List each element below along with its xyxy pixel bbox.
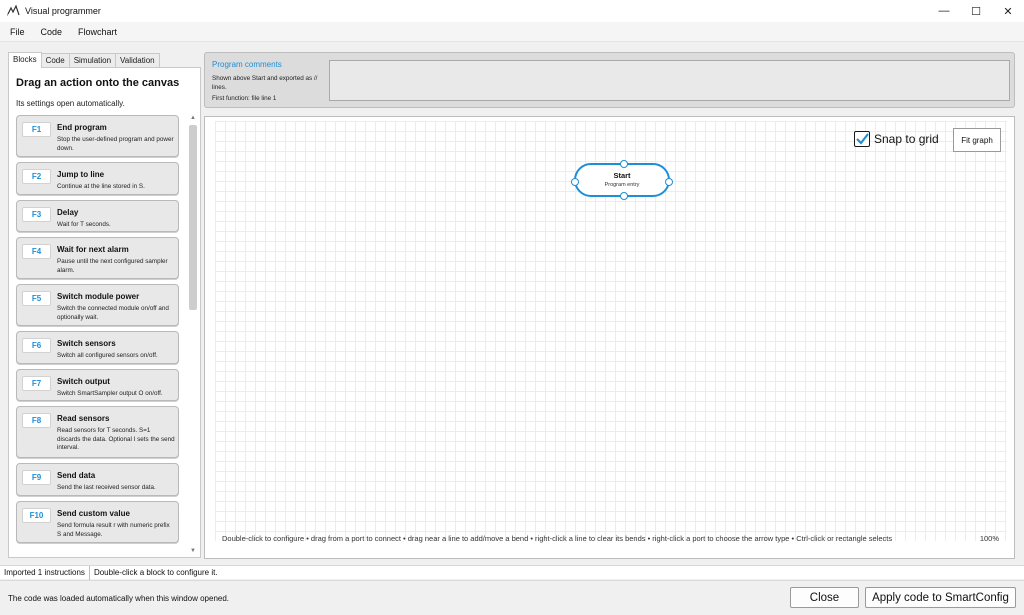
block-title: End program [57,123,107,132]
menu-bar: File Code Flowchart [0,22,1024,42]
start-port-right[interactable] [665,178,673,186]
block-desc: Stop the user-defined program and power … [57,136,174,152]
menu-flowchart[interactable]: Flowchart [70,27,125,37]
block-switch-output[interactable]: F7 Switch output Switch SmartSampler out… [16,369,179,401]
snap-to-grid-row: Snap to grid [854,131,939,147]
block-read-sensors[interactable]: F8 Read sensors Read sensors for T secon… [16,406,179,458]
close-button[interactable]: Close [790,587,859,608]
status-import: Imported 1 instructions [0,565,90,580]
status-bar: Imported 1 instructions Double-click a b… [0,565,1024,580]
close-window-button[interactable]: ✕ [992,0,1024,22]
left-tabs: Blocks Code Simulation Validation [8,52,201,68]
start-node[interactable]: Start Program entry [571,160,673,200]
menu-code[interactable]: Code [33,27,71,37]
snap-to-grid-label[interactable]: Snap to grid [874,132,939,146]
title-bar: r Visual programmer — ☐ ✕ [0,0,1024,22]
block-send-custom-value[interactable]: F10 Send custom value Send formula resul… [16,501,179,543]
block-switch-module-power[interactable]: F5 Switch module power Switch the connec… [16,284,179,326]
program-comments-help: Shown above Start and exported as // lin… [212,75,318,91]
program-comments-title: Program comments [212,60,282,69]
block-key: F9 [22,470,51,485]
blocks-tab-body: Drag an action onto the canvas Its setti… [8,67,201,558]
start-port-left[interactable] [571,178,579,186]
blocks-scrollbar[interactable]: ▲ ▼ [189,115,197,556]
block-key: F6 [22,338,51,353]
start-node-title: Start [613,171,631,180]
bottom-bar: The code was loaded automatically when t… [0,580,1024,615]
flowchart-canvas-panel: Start Program entry Snap to grid Fit gra… [204,116,1015,559]
block-switch-sensors[interactable]: F6 Switch sensors Switch all configured … [16,331,179,364]
block-desc: Switch all configured sensors on/off. [57,352,158,359]
scroll-up-icon[interactable]: ▲ [189,115,197,123]
snap-to-grid-checkbox[interactable] [854,131,870,147]
blocks-subheading: Its settings open automatically. [16,99,125,108]
block-key: F1 [22,122,51,137]
block-end-program[interactable]: F1 End program Stop the user-defined pro… [16,115,179,157]
block-key: F7 [22,376,51,391]
block-jump-to-line[interactable]: F2 Jump to line Continue at the line sto… [16,162,179,195]
block-desc: Switch the connected module on/off and o… [57,305,169,321]
program-comments-panel: Program comments Shown above Start and e… [204,52,1015,108]
blocks-heading: Drag an action onto the canvas [16,77,180,89]
tab-simulation[interactable]: Simulation [68,53,117,67]
block-title: Wait for next alarm [57,245,129,254]
block-key: F10 [22,508,51,523]
block-key: F3 [22,207,51,222]
maximize-button[interactable]: ☐ [960,0,992,22]
checkmark-icon [855,133,869,145]
canvas-hint: Double-click to configure • drag from a … [222,534,893,543]
block-send-data[interactable]: F9 Send data Send the last received sens… [16,463,179,496]
start-port-bottom[interactable] [620,192,628,200]
tab-blocks[interactable]: Blocks [8,52,42,68]
start-node-subtitle: Program entry [604,182,640,188]
blocks-list: F1 End program Stop the user-defined pro… [16,115,179,548]
block-desc: Continue at the line stored in S. [57,183,145,190]
block-wait-for-next-alarm[interactable]: F4 Wait for next alarm Pause until the n… [16,237,179,279]
block-key: F5 [22,291,51,306]
tab-validation[interactable]: Validation [115,53,160,67]
block-desc: Send formula result r with numeric prefi… [57,522,170,538]
block-desc: Wait for T seconds. [57,221,111,228]
block-title: Delay [57,208,79,217]
block-desc: Send the last received sensor data. [57,484,156,491]
block-title: Jump to line [57,170,105,179]
fit-graph-button[interactable]: Fit graph [953,128,1001,152]
block-desc: Read sensors for T seconds. S=1 discards… [57,427,175,452]
scroll-thumb[interactable] [189,125,197,310]
block-key: F2 [22,169,51,184]
load-message: The code was loaded automatically when t… [8,594,230,603]
apply-code-button[interactable]: Apply code to SmartConfig [865,587,1016,608]
block-key: F8 [22,413,51,428]
program-comments-input[interactable] [329,60,1010,101]
minimize-button[interactable]: — [928,0,960,22]
first-function-label: First function: file line 1 [212,95,277,102]
status-hint: Double-click a block to configure it. [93,568,218,577]
block-title: Switch output [57,377,110,386]
block-delay[interactable]: F3 Delay Wait for T seconds. [16,200,179,232]
block-title: Read sensors [57,414,110,423]
app-icon: r [6,3,22,19]
block-key: F4 [22,244,51,259]
zoom-level: 100% [979,534,999,543]
block-desc: Pause until the next configured sampler … [57,258,168,274]
tab-code[interactable]: Code [40,53,70,67]
start-port-top[interactable] [620,160,628,168]
scroll-down-icon[interactable]: ▼ [189,548,197,556]
block-title: Send custom value [57,509,130,518]
block-title: Send data [57,471,96,480]
block-title: Switch module power [57,292,140,301]
window-title: Visual programmer [25,6,101,16]
block-title: Switch sensors [57,339,116,348]
menu-file[interactable]: File [0,27,33,37]
left-panel: Blocks Code Simulation Validation Drag a… [8,52,201,558]
flowchart-canvas[interactable]: Start Program entry [215,121,1007,541]
block-desc: Switch SmartSampler output O on/off. [57,390,163,397]
